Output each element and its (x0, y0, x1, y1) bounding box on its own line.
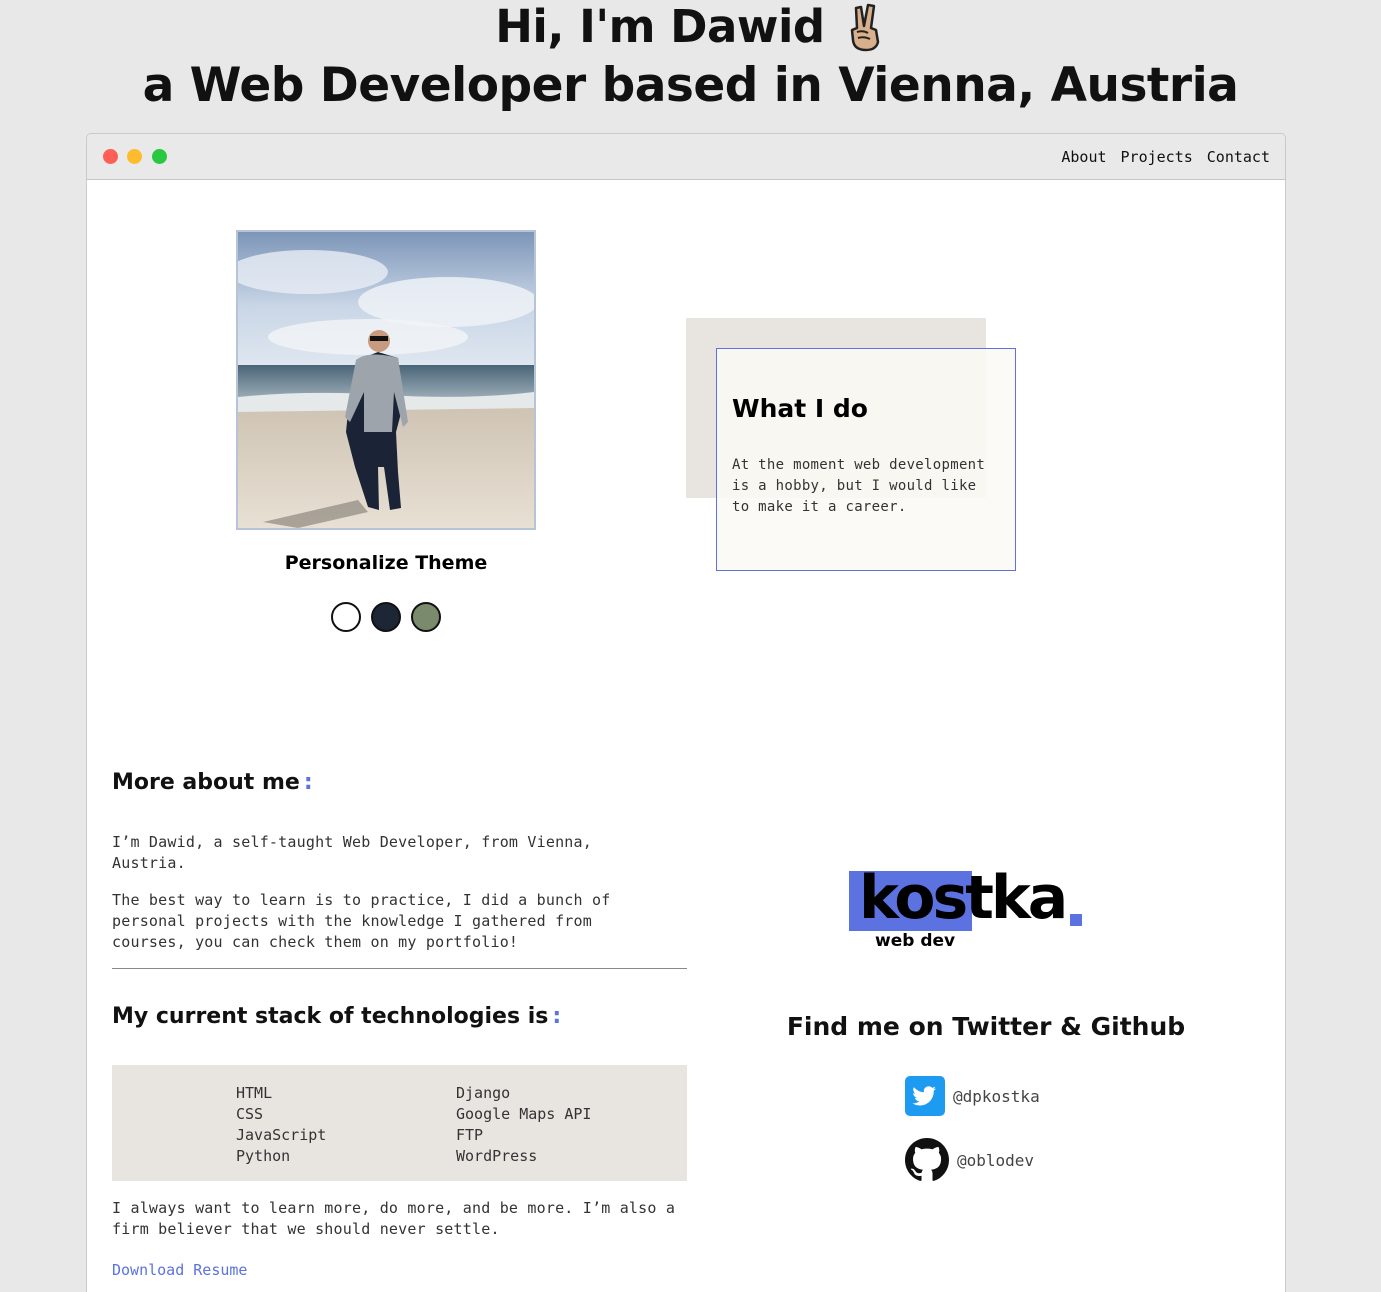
theme-swatch-dark[interactable] (371, 602, 401, 632)
nav-link-projects[interactable]: Projects (1121, 148, 1193, 166)
github-handle: @oblodev (957, 1150, 1035, 1170)
what-i-do-title: What I do (732, 394, 868, 423)
tech-stack-box: HTML CSS JavaScript Python Django Google… (112, 1065, 687, 1181)
profile-photo (236, 230, 536, 530)
browser-window: About Projects Contact Personalize Theme… (86, 133, 1286, 1292)
tech-item: Django (456, 1084, 511, 1102)
github-link[interactable]: @oblodev (905, 1138, 1034, 1182)
tech-item: CSS (236, 1105, 264, 1123)
about-paragraph-1: I’m Dawid, a self-taught Web Developer, … (112, 833, 592, 872)
tech-item: Google Maps API (456, 1105, 592, 1123)
main-nav: About Projects Contact (1061, 148, 1270, 166)
heading-colon: : (303, 770, 313, 795)
personalize-theme-title: Personalize Theme (284, 552, 488, 574)
hero-tagline: a Web Developer based in Vienna, Austria (142, 58, 1239, 113)
stack-heading: My current stack of technologies is (112, 1004, 549, 1029)
maximize-window-button[interactable] (152, 149, 167, 164)
logo-subtitle: web dev (875, 931, 956, 951)
twitter-icon (905, 1076, 945, 1116)
theme-swatch-green[interactable] (411, 602, 441, 632)
social-heading: Find me on Twitter & Github (786, 1012, 1186, 1041)
about-paragraph-2: The best way to learn is to practice, I … (112, 891, 611, 951)
download-resume-link[interactable]: Download Resume (112, 1261, 247, 1279)
outro-text: I always want to learn more, do more, an… (112, 1199, 676, 1238)
victory-hand-icon (846, 2, 886, 52)
logo-word: kostka (859, 863, 1068, 933)
tech-item: WordPress (456, 1147, 538, 1165)
github-icon (905, 1138, 949, 1181)
tech-stack-column-2: Django Google Maps API FTP WordPress (456, 1083, 591, 1167)
tech-item: HTML (236, 1084, 273, 1102)
tech-item: FTP (456, 1126, 484, 1144)
tech-stack-column-1: HTML CSS JavaScript Python (236, 1083, 326, 1167)
heading-colon: : (552, 1004, 562, 1029)
minimize-window-button[interactable] (127, 149, 142, 164)
hero-greeting: Hi, I'm Dawid (495, 0, 825, 53)
section-divider (112, 968, 687, 969)
twitter-link[interactable]: @dpkostka (905, 1076, 1040, 1116)
tech-item: Python (236, 1147, 291, 1165)
tech-item: JavaScript (236, 1126, 327, 1144)
theme-swatch-light[interactable] (331, 602, 361, 632)
twitter-handle: @dpkostka (953, 1086, 1040, 1106)
window-titlebar: About Projects Contact (87, 134, 1285, 180)
nav-link-about[interactable]: About (1061, 148, 1106, 166)
what-i-do-text: At the moment web development is a hobby… (732, 457, 986, 515)
nav-link-contact[interactable]: Contact (1207, 148, 1270, 166)
about-heading: More about me (112, 770, 300, 795)
kostka-logo: kostka web dev (849, 865, 1089, 957)
logo-dot (1070, 914, 1082, 926)
close-window-button[interactable] (103, 149, 118, 164)
what-i-do-card: What I do At the moment web development … (716, 348, 1016, 571)
theme-swatches (331, 602, 441, 632)
